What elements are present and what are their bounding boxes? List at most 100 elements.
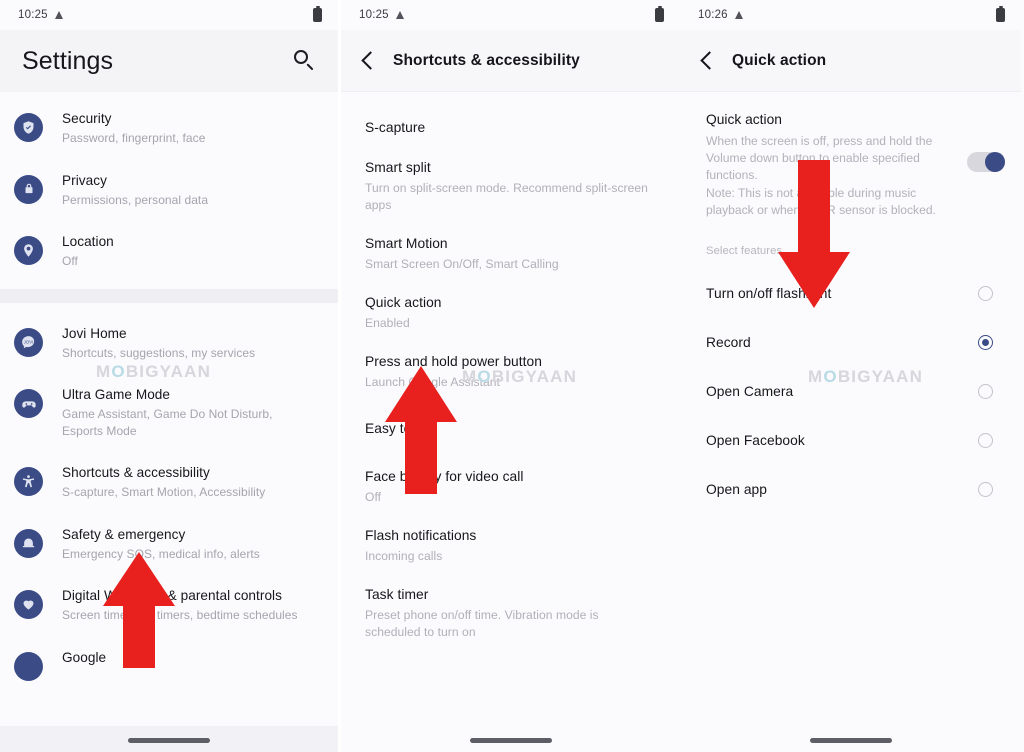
triangle-signal-icon bbox=[734, 11, 743, 19]
list-item-task-timer[interactable]: Task timer Preset phone on/off time. Vib… bbox=[341, 575, 680, 651]
radio-button-selected[interactable] bbox=[978, 335, 993, 351]
list-item-sublabel: Turn on split-screen mode. Recommend spl… bbox=[365, 181, 648, 212]
sidebar-item-sublabel: Screen time, app timers, bedtime schedul… bbox=[62, 608, 298, 622]
option-row-flashlight[interactable]: Turn on/off flashlight bbox=[680, 269, 1021, 318]
status-time: 10:26 bbox=[698, 9, 728, 21]
sidebar-item-security[interactable]: Security Password, fingerprint, face bbox=[0, 96, 338, 158]
option-row-record[interactable]: Record bbox=[680, 318, 1021, 367]
sub-header: Quick action bbox=[680, 30, 1021, 92]
sidebar-item-sublabel: S-capture, Smart Motion, Accessibility bbox=[62, 485, 266, 499]
page-title: Settings bbox=[22, 46, 114, 75]
list-item-sublabel: Off bbox=[365, 490, 382, 504]
svg-text:JOVI: JOVI bbox=[24, 339, 33, 344]
quick-action-title: Quick action bbox=[706, 112, 782, 127]
sidebar-item-privacy[interactable]: Privacy Permissions, personal data bbox=[0, 158, 338, 220]
sidebar-item-sublabel: Permissions, personal data bbox=[62, 192, 209, 207]
sidebar-item-label: Location bbox=[62, 234, 114, 249]
battery-icon bbox=[996, 5, 1005, 22]
back-chevron-icon[interactable] bbox=[361, 51, 380, 70]
phone-screen-settings: 10:25 Settings Security Password, finger… bbox=[0, 0, 338, 752]
gamepad-icon bbox=[14, 389, 43, 418]
list-item-quick-action[interactable]: Quick action Enabled bbox=[341, 283, 680, 342]
search-icon[interactable] bbox=[294, 50, 316, 72]
list-item-sublabel: Enabled bbox=[365, 316, 410, 330]
sidebar-item-safety-emergency[interactable]: Safety & emergency Emergency SOS, medica… bbox=[0, 512, 338, 574]
option-row-open-app[interactable]: Open app bbox=[680, 465, 1021, 514]
settings-header: Settings bbox=[0, 30, 338, 92]
back-chevron-icon[interactable] bbox=[700, 51, 719, 70]
status-time: 10:25 bbox=[18, 9, 48, 21]
status-bar: 10:25 bbox=[0, 0, 338, 30]
list-item-label: Flash notifications bbox=[365, 528, 477, 543]
sidebar-item-sublabel: Password, fingerprint, face bbox=[62, 131, 206, 145]
section-divider bbox=[0, 288, 338, 303]
select-features-label: Select features bbox=[706, 245, 783, 258]
sidebar-item-jovi-home[interactable]: JOVI Jovi Home Shortcuts, suggestions, m… bbox=[0, 311, 338, 373]
list-item-sublabel: Preset phone on/off time. Vibration mode… bbox=[365, 608, 599, 639]
status-bar-left: 10:25 bbox=[18, 9, 63, 21]
sidebar-item-sublabel: Emergency SOS, medical info, alerts bbox=[62, 546, 260, 561]
list-item-label: Quick action bbox=[365, 295, 442, 310]
option-label: Open Camera bbox=[706, 384, 794, 400]
radio-button[interactable] bbox=[978, 482, 993, 498]
navigation-bar bbox=[0, 726, 338, 752]
list-item-label: Press and hold power button bbox=[365, 354, 542, 369]
shortcuts-list: S-capture Smart split Turn on split-scre… bbox=[341, 92, 680, 651]
quick-action-description-block: Quick action When the screen is off, pre… bbox=[680, 92, 1021, 219]
sidebar-item-sublabel: Shortcuts, suggestions, my services bbox=[62, 345, 256, 360]
sidebar-item-label: Google bbox=[62, 649, 107, 665]
radio-button[interactable] bbox=[978, 384, 993, 400]
status-bar: 10:26 bbox=[680, 0, 1021, 30]
list-item-flash-notifications[interactable]: Flash notifications Incoming calls bbox=[341, 516, 680, 575]
sidebar-item-ultra-game-mode[interactable]: Ultra Game Mode Game Assistant, Game Do … bbox=[0, 372, 338, 450]
sidebar-item-label: Jovi Home bbox=[62, 325, 127, 341]
sidebar-item-label: Ultra Game Mode bbox=[62, 387, 171, 402]
lock-icon bbox=[14, 174, 43, 204]
list-item-s-capture[interactable]: S-capture bbox=[341, 108, 680, 148]
phone-screen-quick-action: 10:26 Quick action Quick action When the… bbox=[680, 0, 1021, 752]
sidebar-item-label: Safety & emergency bbox=[62, 526, 186, 542]
list-item-easy-touch[interactable]: Easy touch bbox=[341, 401, 680, 457]
list-item-label: Task timer bbox=[365, 587, 429, 602]
list-item-smart-split[interactable]: Smart split Turn on split-screen mode. R… bbox=[341, 148, 680, 224]
emergency-bell-icon bbox=[14, 528, 43, 558]
quick-action-text: Quick action When the screen is off, pre… bbox=[706, 110, 967, 219]
sidebar-item-label: Security bbox=[62, 111, 112, 126]
home-indicator[interactable] bbox=[469, 738, 552, 743]
list-item-sublabel: Smart Screen On/Off, Smart Calling bbox=[365, 257, 559, 271]
phone-screen-shortcuts: 10:25 Shortcuts & accessibility S-captur… bbox=[341, 0, 680, 752]
option-row-open-camera[interactable]: Open Camera bbox=[680, 367, 1021, 416]
quick-action-description: When the screen is off, press and hold t… bbox=[706, 134, 936, 217]
triangle-signal-icon bbox=[54, 11, 63, 19]
sidebar-item-shortcuts-accessibility[interactable]: Shortcuts & accessibility S-capture, Sma… bbox=[0, 450, 338, 512]
jovi-icon: JOVI bbox=[14, 327, 43, 357]
feature-options-list: Turn on/off flashlight Record Open Camer… bbox=[680, 269, 1021, 514]
settings-list-group-2: JOVI Jovi Home Shortcuts, suggestions, m… bbox=[0, 307, 338, 692]
list-item-face-beauty[interactable]: Face beauty for video call Off bbox=[341, 457, 680, 516]
list-item-label: Easy touch bbox=[365, 421, 434, 436]
list-item-label: Face beauty for video call bbox=[365, 469, 524, 484]
home-indicator[interactable] bbox=[128, 738, 210, 743]
sidebar-item-digital-wellbeing[interactable]: Digital Wellbeing & parental controls Sc… bbox=[0, 573, 338, 635]
list-item-smart-motion[interactable]: Smart Motion Smart Screen On/Off, Smart … bbox=[341, 224, 680, 283]
status-bar: 10:25 bbox=[341, 0, 680, 30]
sub-header: Shortcuts & accessibility bbox=[341, 30, 680, 92]
sidebar-item-sublabel: Off bbox=[62, 254, 78, 268]
heart-icon bbox=[14, 590, 43, 619]
radio-button[interactable] bbox=[978, 433, 993, 449]
home-indicator[interactable] bbox=[809, 738, 892, 743]
list-item-label: Smart split bbox=[365, 160, 431, 175]
option-label: Record bbox=[706, 335, 751, 351]
settings-list-group-1: Security Password, fingerprint, face Pri… bbox=[0, 92, 338, 281]
list-item-press-hold-power[interactable]: Press and hold power button Launch Googl… bbox=[341, 342, 680, 401]
sidebar-item-google[interactable]: Google bbox=[0, 635, 338, 692]
radio-button[interactable] bbox=[978, 286, 993, 302]
list-item-label: S-capture bbox=[365, 120, 426, 135]
status-bar-left: 10:26 bbox=[698, 9, 743, 21]
list-item-label: Smart Motion bbox=[365, 236, 448, 251]
option-label: Open Facebook bbox=[706, 433, 805, 449]
sidebar-item-location[interactable]: Location Off bbox=[0, 219, 338, 281]
option-label: Turn on/off flashlight bbox=[706, 286, 832, 302]
quick-action-toggle[interactable] bbox=[967, 151, 1005, 172]
option-row-open-facebook[interactable]: Open Facebook bbox=[680, 416, 1021, 465]
